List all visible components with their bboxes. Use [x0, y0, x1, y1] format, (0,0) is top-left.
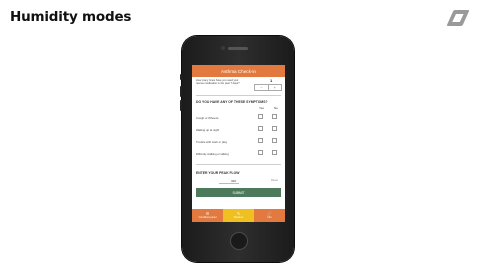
tab-check-in[interactable]: ✎ Check-in — [223, 209, 254, 222]
app-header: Asthma Check-in — [192, 65, 285, 77]
symptom-no-checkbox[interactable] — [272, 126, 277, 131]
yes-column-label: Yes — [259, 106, 264, 110]
tab-conditions-panel[interactable]: ☰ Conditions panel — [192, 209, 223, 222]
earpiece-speaker — [228, 47, 248, 50]
symptom-yes-checkbox[interactable] — [258, 138, 263, 143]
peak-flow-heading: ENTER YOUR PEAK FLOW — [196, 171, 240, 175]
symptom-label: Difficulty walking or talking — [196, 152, 229, 156]
submit-button[interactable]: SUBMIT — [196, 188, 281, 197]
decrement-button[interactable]: − — [255, 85, 268, 90]
tab-label: Check-in — [233, 216, 244, 219]
front-camera — [221, 46, 225, 50]
symptom-label: Cough or Wheeze — [196, 116, 219, 120]
app-title: Asthma Check-in — [221, 68, 256, 74]
rescue-medication-question: How many times have you used your rescue… — [196, 79, 240, 86]
symptom-label: Waking up at night — [196, 128, 220, 132]
brand-logo-icon — [446, 10, 470, 26]
symptom-no-checkbox[interactable] — [272, 138, 277, 143]
section-divider — [196, 95, 281, 96]
tab-info[interactable]: 🔗 Info — [254, 209, 285, 222]
symptoms-heading: DO YOU HAVE ANY OF THESE SYMPTOMS? — [196, 100, 268, 104]
home-button[interactable] — [230, 232, 248, 250]
symptom-label: Trouble with work or play — [196, 140, 227, 144]
section-divider — [196, 164, 281, 165]
reset-link[interactable]: Reset — [271, 179, 278, 182]
symptom-yes-checkbox[interactable] — [258, 150, 263, 155]
phone-frame: Asthma Check-in How many times have you … — [180, 36, 294, 262]
symptom-no-checkbox[interactable] — [272, 150, 277, 155]
tab-label: Conditions panel — [198, 216, 217, 219]
no-column-label: No — [274, 106, 278, 110]
slide-title: Humidity modes — [10, 9, 132, 25]
tab-label: Info — [267, 216, 272, 219]
bottom-tab-bar: ☰ Conditions panel ✎ Check-in 🔗 Info — [192, 209, 285, 222]
symptom-no-checkbox[interactable] — [272, 114, 277, 119]
volume-down-button — [180, 100, 182, 111]
mute-switch — [180, 74, 182, 80]
rescue-count-value: 1 — [270, 78, 273, 83]
app-screen: Asthma Check-in How many times have you … — [192, 65, 285, 222]
volume-up-button — [180, 86, 182, 97]
symptom-yes-checkbox[interactable] — [258, 126, 263, 131]
peak-flow-underline — [219, 183, 239, 184]
increment-button[interactable]: + — [267, 85, 282, 90]
symptom-yes-checkbox[interactable] — [258, 114, 263, 119]
rescue-count-stepper[interactable]: − + — [254, 84, 282, 91]
